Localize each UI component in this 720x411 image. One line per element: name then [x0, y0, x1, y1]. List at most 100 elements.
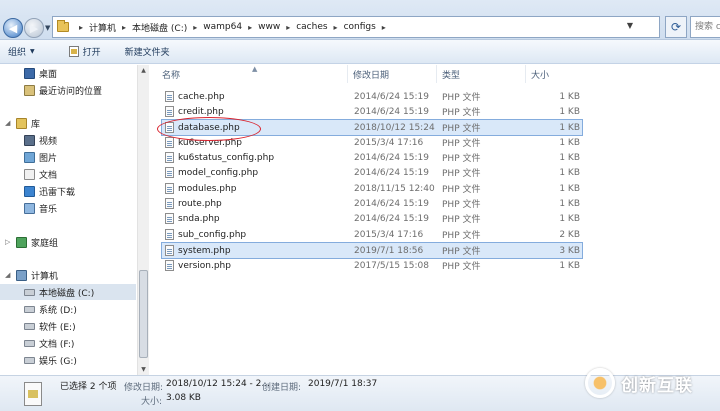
column-header-date[interactable]: 修改日期 — [349, 65, 437, 83]
sidebar-item-desktop[interactable]: 桌面 — [24, 65, 57, 81]
address-dropdown-icon[interactable]: ▼ — [627, 21, 633, 30]
sidebar-item-drive-e[interactable]: 软件 (E:) — [24, 318, 76, 334]
address-box[interactable]: ▸ 计算机 ▸ 本地磁盘 (C:) ▸ wamp64 ▸ www ▸ cache… — [52, 16, 660, 38]
table-row[interactable]: version.php 2017/5/15 15:08 PHP 文件 1 KB — [162, 258, 582, 273]
breadcrumb-item-local-disk[interactable]: 本地磁盘 (C:) — [132, 21, 187, 34]
sidebar-item-music[interactable]: 音乐 — [24, 200, 57, 216]
desktop-icon — [24, 67, 35, 79]
modified-date-label: 修改日期: — [124, 383, 164, 393]
open-button[interactable]: 打开 — [61, 40, 109, 64]
breadcrumb-separator-icon[interactable]: ▸ — [193, 23, 197, 32]
breadcrumb-separator-icon[interactable]: ▸ — [248, 23, 252, 32]
file-date: 2014/6/24 15:19 — [354, 91, 429, 102]
breadcrumb-item-caches[interactable]: caches — [296, 22, 327, 32]
file-date: 2018/10/12 15:24 — [354, 122, 435, 133]
sidebar-item-label: 娱乐 (G:) — [39, 356, 77, 367]
sidebar-item-label: 桌面 — [39, 69, 58, 80]
file-name: system.php — [178, 245, 231, 256]
file-type: PHP 文件 — [442, 139, 481, 149]
breadcrumb-separator-icon[interactable]: ▸ — [382, 23, 386, 32]
recent-pages-dropdown-icon[interactable]: ▼ — [45, 24, 50, 32]
sidebar-item-drive-d[interactable]: 系统 (D:) — [24, 301, 77, 317]
file-name: ku6status_config.php — [178, 152, 275, 163]
table-row[interactable]: route.php 2014/6/24 15:19 PHP 文件 1 KB — [162, 196, 582, 211]
breadcrumb-separator-icon[interactable]: ▸ — [286, 23, 290, 32]
file-size: 1 KB — [559, 106, 580, 117]
drive-icon — [24, 356, 35, 364]
scrollbar-thumb[interactable] — [139, 270, 148, 358]
table-row[interactable]: ku6status_config.php 2014/6/24 15:19 PHP… — [162, 150, 582, 165]
table-row[interactable]: model_config.php 2014/6/24 15:19 PHP 文件 … — [162, 165, 582, 180]
file-date: 2014/6/24 15:19 — [354, 198, 429, 209]
file-type: PHP 文件 — [442, 93, 481, 103]
breadcrumb-separator-icon[interactable]: ▸ — [122, 23, 126, 32]
column-header-name[interactable]: 名称 — [158, 65, 348, 83]
back-button[interactable]: ◀ — [3, 18, 23, 38]
php-file-icon — [165, 106, 174, 117]
table-row[interactable]: sub_config.php 2015/3/4 17:16 PHP 文件 2 K… — [162, 227, 582, 242]
breadcrumb-item-configs[interactable]: configs — [344, 22, 376, 32]
expand-icon[interactable]: ◢ — [5, 119, 10, 127]
scroll-down-icon[interactable]: ▼ — [138, 364, 149, 375]
table-row[interactable]: cache.php 2014/6/24 15:19 PHP 文件 1 KB — [162, 89, 582, 104]
file-date: 2018/11/15 12:40 — [354, 183, 435, 194]
file-type: PHP 文件 — [442, 169, 481, 179]
sidebar-item-computer[interactable]: 计算机 — [16, 267, 58, 283]
column-header-type[interactable]: 类型 — [438, 65, 526, 83]
sidebar-item-homegroup[interactable]: 家庭组 — [16, 234, 58, 250]
sidebar-scrollbar[interactable]: ▲ ▼ — [137, 65, 149, 375]
file-date: 2014/6/24 15:19 — [354, 213, 429, 224]
selection-count: 已选择 2 个项 — [60, 382, 117, 392]
php-file-icon — [165, 198, 174, 209]
table-row[interactable]: system.php 2019/7/1 18:56 PHP 文件 3 KB — [161, 242, 583, 259]
drive-icon — [24, 305, 35, 313]
sidebar-item-label: 本地磁盘 (C:) — [39, 288, 95, 299]
sidebar-item-thunder-download[interactable]: 迅雷下载 — [24, 183, 75, 199]
file-name: sub_config.php — [178, 229, 247, 240]
sidebar-item-drive-f[interactable]: 文档 (F:) — [24, 335, 74, 351]
file-thumbnail-icon — [24, 382, 42, 406]
sidebar-item-libraries[interactable]: 库 — [16, 115, 40, 131]
drive-icon — [24, 288, 35, 296]
breadcrumb-separator-icon[interactable]: ▸ — [334, 23, 338, 32]
file-size: 1 KB — [559, 198, 580, 209]
expand-icon[interactable]: ◢ — [5, 271, 10, 279]
new-folder-button[interactable]: 新建文件夹 — [117, 40, 178, 64]
file-size: 1 KB — [559, 122, 580, 133]
file-name: cache.php — [178, 91, 225, 102]
sidebar-item-label: 音乐 — [39, 204, 58, 215]
sidebar-item-drive-g[interactable]: 娱乐 (G:) — [24, 352, 77, 368]
scroll-up-icon[interactable]: ▲ — [138, 65, 149, 76]
breadcrumb-item-wamp64[interactable]: wamp64 — [203, 22, 242, 32]
php-file-icon — [165, 167, 174, 178]
search-input[interactable]: 搜索 configs — [690, 16, 720, 38]
forward-button[interactable]: ▶ — [24, 18, 44, 38]
file-name: credit.php — [178, 106, 224, 117]
php-file-icon — [165, 229, 174, 240]
sidebar-item-local-disk-c[interactable]: 本地磁盘 (C:) — [0, 284, 136, 300]
breadcrumb-item-www[interactable]: www — [258, 22, 280, 32]
table-row[interactable]: modules.php 2018/11/15 12:40 PHP 文件 1 KB — [162, 181, 582, 196]
file-date: 2015/3/4 17:16 — [354, 137, 424, 148]
refresh-icon: ⟳ — [670, 20, 682, 34]
table-row[interactable]: snda.php 2014/6/24 15:19 PHP 文件 1 KB — [162, 211, 582, 226]
sidebar-item-documents[interactable]: 文档 — [24, 166, 57, 182]
navigation-pane: 桌面 最近访问的位置 ◢ 库 视频 图片 文档 迅雷下载 音乐 ▷ 家庭组 ◢ … — [0, 65, 136, 375]
breadcrumb-item-computer[interactable]: 计算机 — [89, 21, 116, 34]
sidebar-item-recent-places[interactable]: 最近访问的位置 — [24, 82, 102, 98]
sidebar-item-videos[interactable]: 视频 — [24, 132, 57, 148]
php-file-icon — [165, 183, 174, 194]
file-type: PHP 文件 — [442, 124, 481, 134]
php-file-icon — [165, 91, 174, 102]
column-header-size[interactable]: 大小 — [527, 65, 597, 83]
breadcrumb-separator-icon[interactable]: ▸ — [79, 23, 83, 32]
php-file-icon — [165, 137, 174, 148]
file-date: 2014/6/24 15:19 — [354, 167, 429, 178]
folder-icon — [57, 20, 69, 32]
recent-places-icon — [24, 84, 35, 96]
refresh-button[interactable]: ⟳ — [665, 16, 687, 38]
organize-button[interactable]: 组织 ▼ — [0, 40, 43, 64]
organize-label: 组织 — [8, 48, 27, 58]
expand-icon[interactable]: ▷ — [5, 238, 10, 246]
sidebar-item-pictures[interactable]: 图片 — [24, 149, 57, 165]
